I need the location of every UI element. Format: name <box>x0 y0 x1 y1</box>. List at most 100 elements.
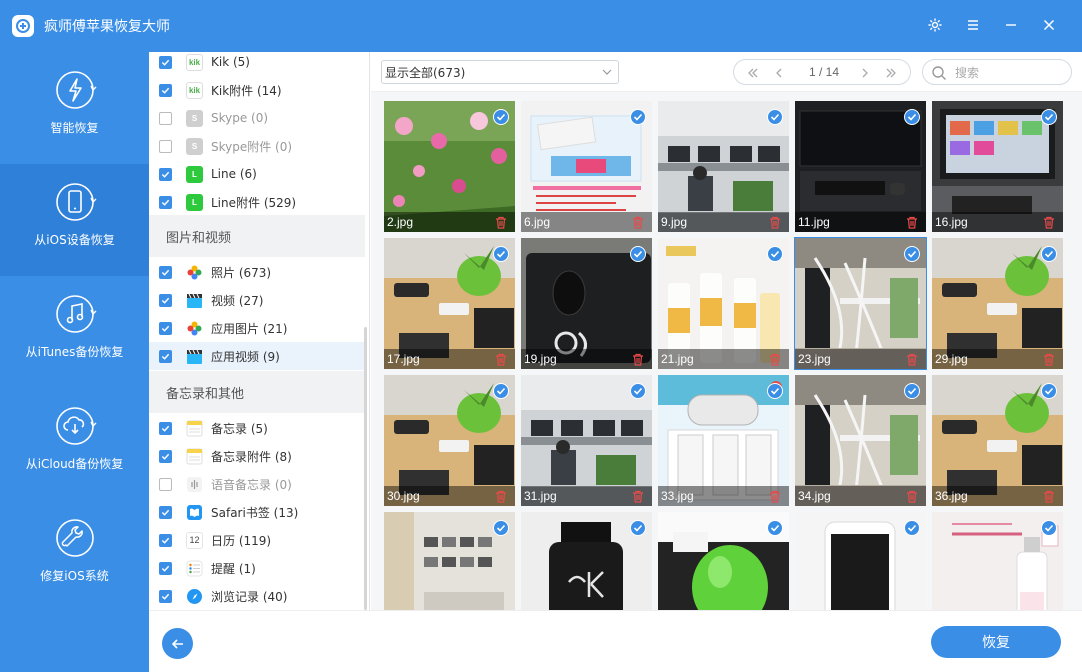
category-app-photos[interactable]: 应用图片 (21) <box>149 314 365 342</box>
photo-thumbnail[interactable] <box>384 512 515 610</box>
checkmark-icon[interactable] <box>904 520 920 536</box>
photo-thumbnail[interactable]: 31.jpg <box>521 375 652 506</box>
trash-icon[interactable] <box>1043 216 1055 229</box>
category-skype[interactable]: S Skype (0) <box>149 104 365 132</box>
category-videos[interactable]: 视频 (27) <box>149 286 365 314</box>
photo-thumbnail[interactable]: 2.jpg <box>384 101 515 232</box>
checkmark-icon[interactable] <box>767 246 783 262</box>
checkbox[interactable] <box>159 478 172 491</box>
checkmark-icon[interactable] <box>1041 383 1057 399</box>
category-skype-attachments[interactable]: S Skype附件 (0) <box>149 132 365 160</box>
checkbox[interactable] <box>159 322 172 335</box>
category-notes[interactable]: 备忘录 (5) <box>149 414 365 442</box>
photo-thumbnail[interactable]: 34.jpg <box>795 375 926 506</box>
checkbox[interactable] <box>159 350 172 363</box>
checkmark-icon[interactable] <box>767 383 783 399</box>
checkmark-icon[interactable] <box>493 520 509 536</box>
photo-thumbnail[interactable]: 11.jpg <box>795 101 926 232</box>
checkmark-icon[interactable] <box>630 109 646 125</box>
checkmark-icon[interactable] <box>1041 246 1057 262</box>
checkmark-icon[interactable] <box>904 383 920 399</box>
checkmark-icon[interactable] <box>904 109 920 125</box>
checkmark-icon[interactable] <box>630 520 646 536</box>
checkbox[interactable] <box>159 534 172 547</box>
category-kik-attachments[interactable]: kik Kik附件 (14) <box>149 76 365 104</box>
checkbox[interactable] <box>159 422 172 435</box>
checkmark-icon[interactable] <box>630 383 646 399</box>
gear-icon[interactable] <box>924 14 946 36</box>
checkmark-icon[interactable] <box>767 520 783 536</box>
checkmark-icon[interactable] <box>1041 109 1057 125</box>
nav-repair-ios[interactable]: 修复iOS系统 <box>0 500 149 612</box>
trash-icon[interactable] <box>906 353 918 366</box>
category-history[interactable]: 浏览记录 (40) <box>149 582 365 610</box>
recover-button[interactable]: 恢复 <box>931 626 1061 658</box>
checkbox[interactable] <box>159 140 172 153</box>
checkbox[interactable] <box>159 84 172 97</box>
nav-itunes-backup[interactable]: 从iTunes备份恢复 <box>0 276 149 388</box>
category-calendar[interactable]: 12 日历 (119) <box>149 526 365 554</box>
trash-icon[interactable] <box>769 490 781 503</box>
photo-thumbnail[interactable] <box>932 512 1063 610</box>
photo-thumbnail[interactable]: 36.jpg <box>932 375 1063 506</box>
photo-thumbnail[interactable] <box>795 512 926 610</box>
checkmark-icon[interactable] <box>1041 520 1057 536</box>
category-kik[interactable]: kik Kik (5) <box>149 52 365 76</box>
checkbox[interactable] <box>159 266 172 279</box>
checkmark-icon[interactable] <box>630 246 646 262</box>
category-line[interactable]: L Line (6) <box>149 160 365 188</box>
photo-thumbnail[interactable]: 33.jpg <box>658 375 789 506</box>
checkbox[interactable] <box>159 56 172 69</box>
minimize-icon[interactable] <box>1000 14 1022 36</box>
trash-icon[interactable] <box>906 216 918 229</box>
category-scrollbar[interactable] <box>364 327 367 610</box>
trash-icon[interactable] <box>632 216 644 229</box>
photo-thumbnail[interactable]: 19.jpg <box>521 238 652 369</box>
checkbox[interactable] <box>159 196 172 209</box>
nav-smart-recovery[interactable]: 智能恢复 <box>0 52 149 164</box>
trash-icon[interactable] <box>769 216 781 229</box>
nav-ios-device[interactable]: 从iOS设备恢复 <box>0 164 149 276</box>
trash-icon[interactable] <box>632 490 644 503</box>
photo-thumbnail[interactable] <box>658 512 789 610</box>
photo-thumbnail[interactable]: 23.jpg <box>795 238 926 369</box>
checkbox[interactable] <box>159 294 172 307</box>
trash-icon[interactable] <box>769 353 781 366</box>
category-notes-attachments[interactable]: 备忘录附件 (8) <box>149 442 365 470</box>
prev-page-icon[interactable] <box>772 66 786 80</box>
checkmark-icon[interactable] <box>904 246 920 262</box>
checkbox[interactable] <box>159 506 172 519</box>
back-button[interactable] <box>162 628 193 659</box>
photo-thumbnail[interactable]: 21.jpg <box>658 238 789 369</box>
close-icon[interactable] <box>1038 14 1060 36</box>
photo-thumbnail[interactable]: 6.jpg <box>521 101 652 232</box>
filter-dropdown[interactable]: 显示全部(673) <box>381 60 619 84</box>
category-voice-memos[interactable]: 语音备忘录 (0) <box>149 470 365 498</box>
checkbox[interactable] <box>159 112 172 125</box>
trash-icon[interactable] <box>495 216 507 229</box>
checkbox[interactable] <box>159 450 172 463</box>
next-page-icon[interactable] <box>858 66 872 80</box>
photo-thumbnail[interactable]: 16.jpg <box>932 101 1063 232</box>
first-page-icon[interactable] <box>746 66 760 80</box>
hamburger-icon[interactable] <box>962 14 984 36</box>
last-page-icon[interactable] <box>884 66 898 80</box>
trash-icon[interactable] <box>495 490 507 503</box>
photo-thumbnail[interactable]: 17.jpg <box>384 238 515 369</box>
category-line-attachments[interactable]: L Line附件 (529) <box>149 188 365 216</box>
photo-thumbnail[interactable]: 30.jpg <box>384 375 515 506</box>
checkbox[interactable] <box>159 168 172 181</box>
checkbox[interactable] <box>159 562 172 575</box>
checkmark-icon[interactable] <box>493 246 509 262</box>
category-app-videos[interactable]: 应用视频 (9) <box>149 342 365 370</box>
trash-icon[interactable] <box>495 353 507 366</box>
search-input[interactable] <box>955 64 1065 82</box>
photo-thumbnail[interactable] <box>521 512 652 610</box>
category-safari-bookmarks[interactable]: Safari书签 (13) <box>149 498 365 526</box>
category-photos[interactable]: 照片 (673) <box>149 258 365 286</box>
photo-thumbnail[interactable]: 29.jpg <box>932 238 1063 369</box>
trash-icon[interactable] <box>1043 353 1055 366</box>
trash-icon[interactable] <box>632 353 644 366</box>
photo-thumbnail[interactable]: 9.jpg <box>658 101 789 232</box>
checkmark-icon[interactable] <box>767 109 783 125</box>
